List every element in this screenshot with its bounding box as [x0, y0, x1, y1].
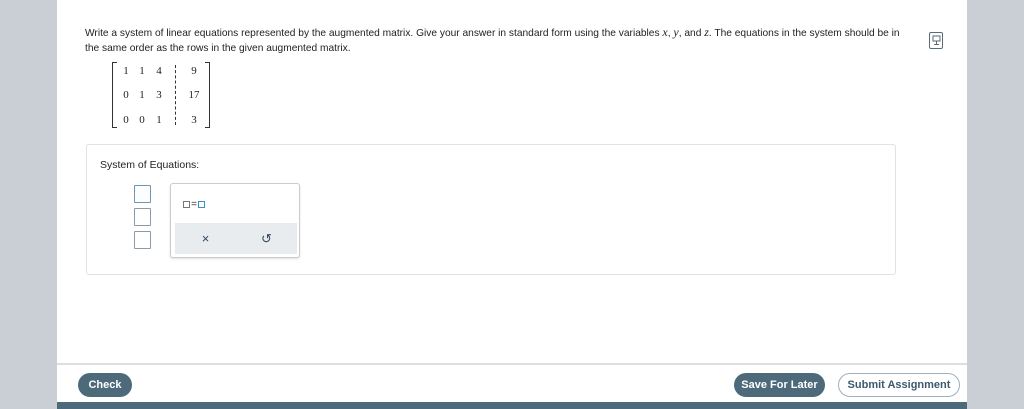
- footer-divider: [57, 363, 967, 365]
- matrix-cell: 3: [156, 89, 162, 101]
- matrix-cell: 0: [123, 89, 129, 101]
- matrix-cell: 1: [139, 89, 145, 101]
- submit-assignment-button[interactable]: Submit Assignment: [838, 373, 960, 397]
- system-of-equations-label: System of Equations:: [100, 159, 200, 171]
- matrix-cell: 9: [191, 65, 197, 77]
- template-right-box-icon: [197, 200, 205, 208]
- augmented-matrix: 1 1 4 9 0 1 3 17 0 0 1 3: [112, 62, 210, 128]
- close-icon: ×: [201, 231, 210, 246]
- matrix-cell: 17: [188, 89, 200, 101]
- equation-input-3[interactable]: [134, 231, 151, 249]
- matrix-cell: 0: [139, 114, 145, 126]
- book-help-icon[interactable]: [929, 32, 943, 49]
- matrix-cell: 1: [139, 65, 145, 77]
- popup-action-bar: × ↺: [175, 223, 297, 254]
- matrix-cell: 3: [191, 114, 197, 126]
- matrix-right-bracket: [205, 62, 210, 128]
- bottom-bar: [57, 402, 967, 409]
- undo-icon: ↺: [261, 230, 272, 246]
- question-sep2: , and: [678, 28, 705, 39]
- matrix-cell: 4: [156, 65, 162, 77]
- template-left-box-icon: [183, 200, 191, 208]
- question-text: Write a system of linear equations repre…: [85, 25, 905, 56]
- clear-button[interactable]: ×: [175, 223, 236, 254]
- matrix-cell: 1: [156, 114, 162, 126]
- save-for-later-button[interactable]: Save For Later: [734, 373, 825, 397]
- equation-template-button[interactable]: =: [177, 194, 211, 214]
- template-equals: =: [191, 198, 197, 210]
- equation-input-2[interactable]: [134, 208, 151, 226]
- question-part1: Write a system of linear equations repre…: [85, 28, 663, 39]
- matrix-cell: 1: [123, 65, 129, 77]
- matrix-left-bracket: [112, 62, 117, 128]
- equation-editor-popup: = × ↺: [170, 183, 300, 258]
- matrix-augment-divider: [175, 65, 176, 125]
- undo-button[interactable]: ↺: [236, 223, 297, 254]
- check-button[interactable]: Check: [78, 373, 132, 397]
- matrix-cell: 0: [123, 114, 129, 126]
- equation-input-1[interactable]: [134, 185, 151, 203]
